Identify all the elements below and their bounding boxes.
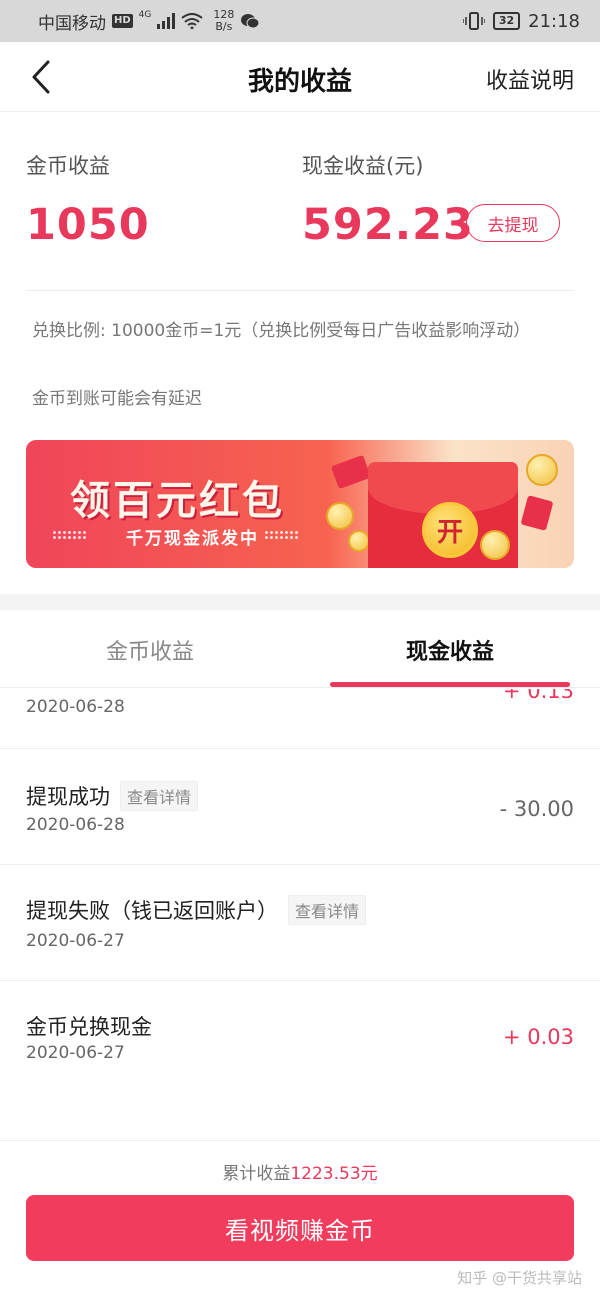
record-title: 提现成功 查看详情	[26, 781, 199, 811]
hd-badge: HD	[112, 14, 133, 28]
back-button[interactable]	[24, 60, 58, 94]
cash-earnings-label: 现金收益(元)	[302, 154, 424, 178]
banner-dots-left	[52, 530, 86, 540]
earnings-tabs: 金币收益 现金收益	[0, 610, 600, 688]
withdraw-button[interactable]: 去提现	[466, 204, 560, 242]
small-envelope-icon	[330, 454, 372, 490]
signal-icon	[157, 13, 176, 29]
record-date: 2020-06-27	[26, 931, 125, 951]
network-speed: 128 B/s	[213, 9, 234, 33]
coin-icon	[348, 530, 370, 552]
earnings-info-link[interactable]: 收益说明	[486, 63, 574, 95]
footer: 累计收益1223.53元 看视频赚金币 知乎 @干货共享站	[0, 1140, 600, 1300]
open-seal: 开	[422, 502, 478, 558]
record-amount: - 30.00	[499, 797, 574, 821]
status-bar: 中国移动 HD 4G 128 B/s 32 21:18	[0, 0, 600, 42]
total-earnings-label: 累计收益	[222, 1164, 291, 1184]
red-packet-banner[interactable]: 领百元红包 千万现金派发中 开	[26, 440, 574, 568]
summary-divider	[26, 290, 574, 291]
tab-coin-earnings[interactable]: 金币收益	[0, 634, 300, 666]
coin-icon	[326, 502, 354, 530]
battery-indicator: 32	[492, 12, 521, 30]
chevron-left-icon	[32, 60, 50, 94]
wifi-icon	[181, 13, 203, 29]
record-date: 2020-06-27	[26, 1043, 125, 1063]
status-left: 中国移动 HD 4G 128 B/s	[38, 9, 260, 34]
list-item[interactable]: + 0.13 2020-06-28	[0, 689, 600, 749]
record-title: 提现失败（钱已返回账户） 查看详情	[26, 895, 367, 925]
nav-bar: 我的收益 收益说明	[0, 42, 600, 112]
cash-earnings: 现金收益(元) 592.23	[302, 150, 474, 250]
coin-earnings: 金币收益 1050	[26, 150, 150, 250]
earnings-summary: 金币收益 1050 现金收益(元) 592.23 去提现	[0, 112, 600, 292]
carrier-name: 中国移动	[38, 13, 106, 34]
view-details-button[interactable]: 查看详情	[288, 895, 367, 925]
network-type: 4G	[138, 10, 152, 20]
list-item[interactable]: 提现失败（钱已返回账户） 查看详情 2020-06-27	[0, 865, 600, 981]
view-details-button[interactable]: 查看详情	[120, 781, 199, 811]
record-title-text: 金币兑换现金	[26, 1015, 152, 1039]
total-earnings-value: 1223.53元	[290, 1164, 378, 1184]
record-date: 2020-06-28	[26, 697, 125, 717]
clock: 21:18	[528, 10, 580, 32]
coin-icon	[526, 454, 558, 486]
cash-records-list[interactable]: + 0.13 2020-06-28 提现成功 查看详情 2020-06-28 -…	[0, 689, 600, 1139]
small-envelope-icon	[520, 495, 554, 531]
cash-earnings-value: 592.23	[302, 200, 474, 250]
coin-icon	[480, 530, 510, 560]
watermark: 知乎 @干货共享站	[457, 1269, 582, 1287]
banner-subtitle: 千万现金派发中	[126, 529, 259, 549]
record-amount: + 0.13	[502, 689, 574, 703]
record-amount: + 0.03	[502, 1025, 574, 1049]
vibrate-icon	[462, 12, 485, 30]
tab-cash-earnings[interactable]: 现金收益	[300, 634, 600, 666]
banner-dots-right	[264, 530, 298, 540]
speed-unit: B/s	[215, 20, 233, 33]
record-date: 2020-06-28	[26, 815, 125, 835]
section-gap	[0, 594, 600, 610]
coin-earnings-value: 1050	[26, 200, 150, 250]
record-title-text: 提现失败（钱已返回账户）	[26, 899, 278, 923]
banner-title: 领百元红包	[70, 478, 285, 524]
wechat-icon	[241, 14, 260, 29]
delay-note: 金币到账可能会有延迟	[32, 389, 202, 409]
active-tab-indicator	[330, 682, 570, 687]
coin-earnings-label: 金币收益	[26, 154, 110, 178]
record-title-text: 提现成功	[26, 785, 110, 809]
total-earnings: 累计收益1223.53元	[0, 1159, 600, 1184]
list-item[interactable]: 提现成功 查看详情 2020-06-28 - 30.00	[0, 749, 600, 865]
list-item[interactable]: 金币兑换现金 2020-06-27 + 0.03	[0, 981, 600, 1099]
watch-video-button[interactable]: 看视频赚金币	[26, 1195, 574, 1261]
exchange-rate-note: 兑换比例: 10000金币=1元（兑换比例受每日广告收益影响浮动）	[32, 321, 531, 341]
status-right: 32 21:18	[462, 10, 580, 32]
record-title: 金币兑换现金	[26, 1011, 152, 1041]
